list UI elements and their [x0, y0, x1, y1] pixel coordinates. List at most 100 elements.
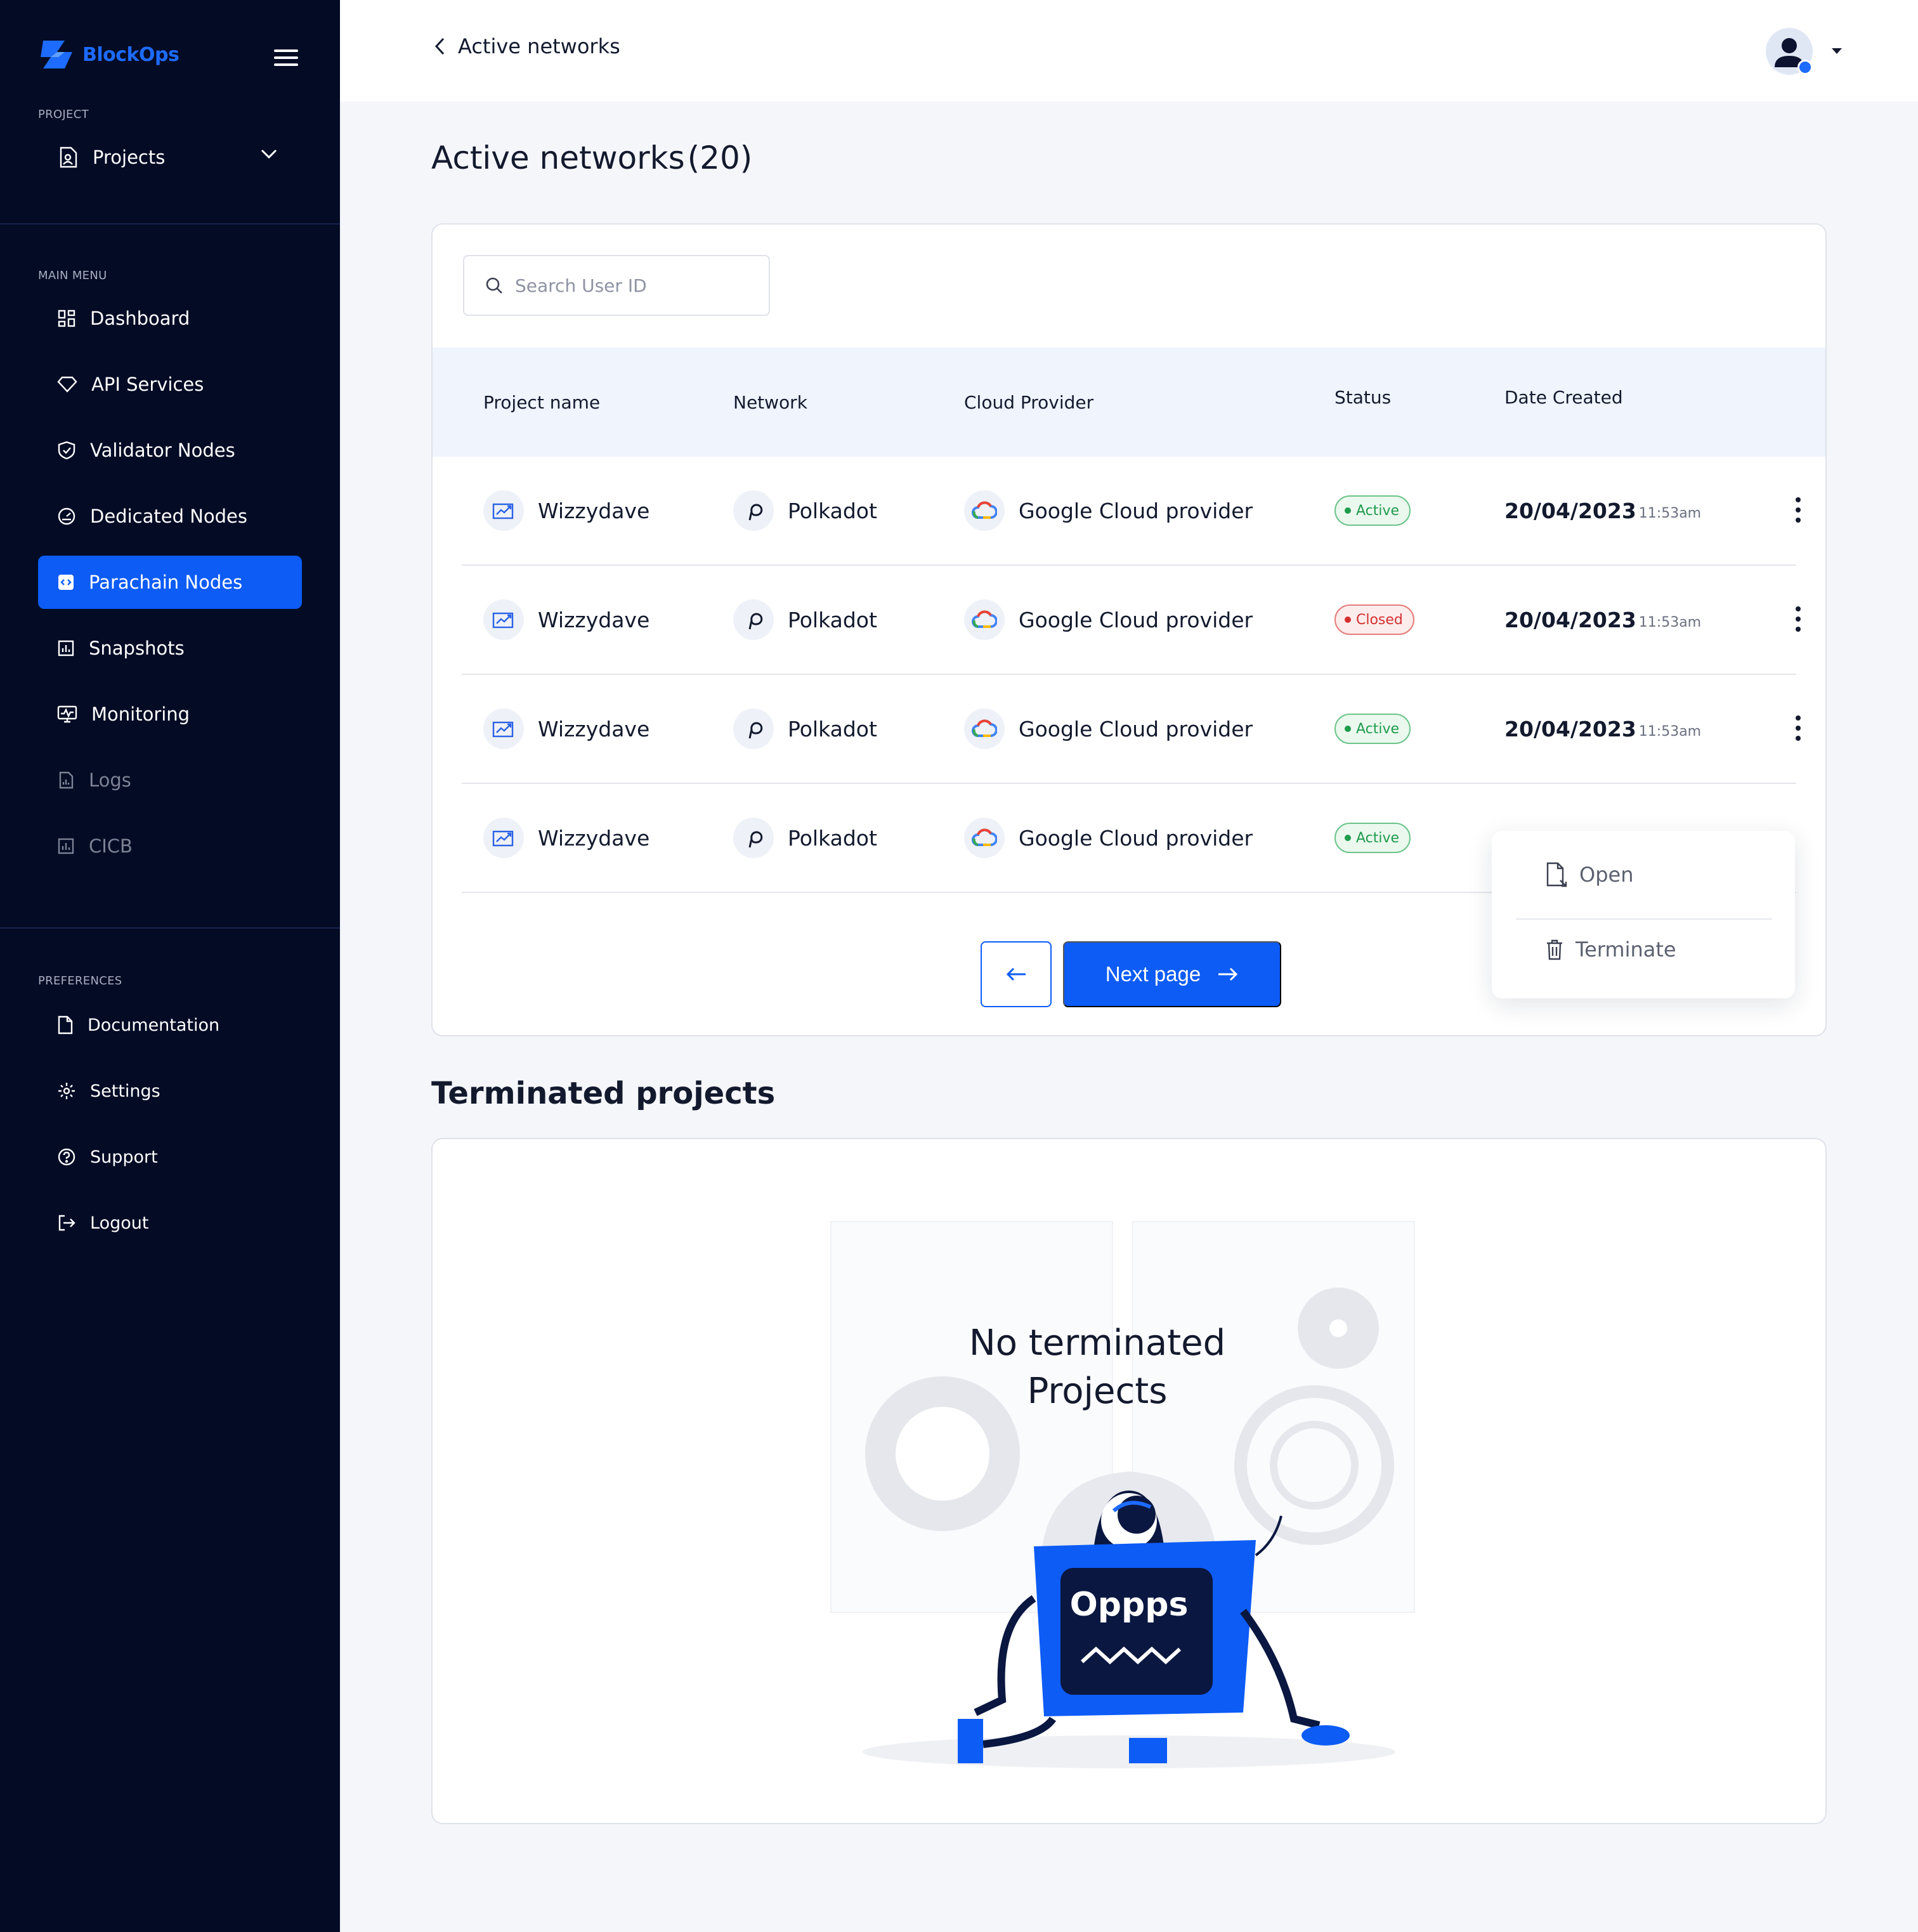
menu-item-open[interactable]: Open	[1545, 861, 1633, 888]
caret-down-icon[interactable]	[1832, 48, 1842, 54]
sidebar-item-label: Parachain Nodes	[89, 571, 243, 593]
doc-chart-icon	[59, 771, 74, 789]
sidebar-item-api-services[interactable]: API Services	[38, 358, 302, 411]
sidebar-item-label: Settings	[90, 1081, 160, 1101]
sidebar-item-dashboard[interactable]: Dashboard	[38, 292, 302, 345]
search-input[interactable]	[515, 275, 756, 296]
sidebar-item-settings[interactable]: Settings	[38, 1064, 302, 1118]
google-cloud-icon	[964, 818, 1005, 858]
chart-box-icon	[58, 838, 74, 854]
sidebar-item-dedicated-nodes[interactable]: Dedicated Nodes	[38, 490, 302, 543]
brand-logo[interactable]: BlockOps	[39, 37, 179, 72]
arrow-left-icon	[1006, 967, 1026, 981]
chevron-left-icon	[434, 37, 445, 55]
google-cloud-icon	[964, 599, 1005, 640]
sidebar-item-monitoring[interactable]: Monitoring	[38, 688, 302, 741]
column-header-network[interactable]: Network	[733, 392, 807, 413]
blockops-logo-icon	[41, 41, 72, 69]
row-action-menu: Open Terminate	[1492, 831, 1795, 998]
project-name: Wizzydave	[538, 825, 650, 851]
arrow-right-icon	[1218, 967, 1238, 981]
row-menu-kebab-icon[interactable]	[1795, 606, 1801, 632]
row-menu-kebab-icon[interactable]	[1795, 497, 1801, 523]
sidebar-item-snapshots[interactable]: Snapshots	[38, 622, 302, 675]
page-title-text: Active networks	[431, 140, 685, 176]
project-chart-icon	[483, 708, 524, 749]
sidebar-item-label: Monitoring	[91, 703, 190, 725]
sidebar-item-validator-nodes[interactable]: Validator Nodes	[38, 424, 302, 477]
status-badge: Active	[1334, 823, 1411, 853]
sidebar-item-cicb[interactable]: CICB	[38, 819, 302, 873]
next-page-button[interactable]: Next page	[1063, 941, 1281, 1007]
gear-icon	[58, 1083, 75, 1099]
google-cloud-icon	[964, 708, 1005, 749]
search-box[interactable]	[463, 255, 770, 316]
column-header-cloud-provider[interactable]: Cloud Provider	[964, 392, 1093, 413]
polkadot-icon	[733, 599, 774, 640]
sidebar-item-parachain-nodes[interactable]: Parachain Nodes	[38, 556, 302, 609]
sidebar-item-support[interactable]: Support	[38, 1130, 302, 1184]
status-badge: Active	[1334, 714, 1411, 744]
menu-divider	[1516, 918, 1772, 920]
network-name: Polkadot	[788, 716, 877, 741]
sidebar-item-label: Dedicated Nodes	[90, 506, 247, 527]
time-created: 11:53am	[1638, 505, 1702, 521]
empty-state-robot-illustration	[830, 1221, 1415, 1768]
table-row[interactable]: Wizzydave Polkadot Google Cloud provider…	[462, 566, 1801, 675]
document-icon	[58, 1015, 73, 1035]
sidebar-divider	[0, 927, 340, 929]
project-cell: Wizzydave	[483, 566, 649, 674]
topbar: Active networks	[340, 0, 1918, 101]
sidebar-divider	[0, 223, 340, 225]
date-cell: 20/04/2023 11:53am	[1504, 675, 1701, 783]
network-cell: Polkadot	[733, 566, 877, 674]
sidebar-item-logout[interactable]: Logout	[38, 1196, 302, 1250]
sidebar-item-label: Validator Nodes	[90, 440, 235, 461]
sidebar-item-documentation[interactable]: Documentation	[38, 998, 302, 1052]
menu-toggle-icon[interactable]	[274, 49, 298, 66]
row-menu-kebab-icon[interactable]	[1795, 715, 1801, 741]
section-label-project: PROJECT	[38, 108, 89, 121]
chevron-down-icon	[261, 149, 277, 159]
column-header-project-name[interactable]: Project name	[483, 392, 600, 413]
table-row[interactable]: Wizzydave Polkadot Google Cloud provider…	[462, 457, 1801, 566]
provider-name: Google Cloud provider	[1019, 825, 1253, 851]
status-badge: Closed	[1334, 604, 1414, 635]
sidebar: BlockOps PROJECT Projects MAIN MENU Dash…	[0, 0, 340, 1932]
network-name: Polkadot	[788, 498, 877, 523]
terminated-section-title: Terminated projects	[431, 1076, 776, 1111]
project-doc-icon	[60, 147, 77, 168]
previous-page-button[interactable]	[981, 941, 1052, 1007]
page-title: Active networks (20)	[431, 140, 752, 176]
provider-name: Google Cloud provider	[1019, 716, 1253, 741]
project-chart-icon	[483, 490, 524, 531]
sidebar-item-label: API Services	[91, 374, 204, 395]
project-selector[interactable]: Projects	[38, 131, 302, 184]
status-cell: Active	[1334, 457, 1411, 565]
sidebar-item-label: Support	[90, 1147, 158, 1167]
network-cell: Polkadot	[733, 675, 877, 783]
trash-icon	[1547, 939, 1562, 960]
empty-state-message: No terminated Projects	[939, 1319, 1256, 1416]
project-chart-icon	[483, 599, 524, 640]
time-created: 11:53am	[1638, 723, 1702, 740]
chart-box-icon	[58, 640, 74, 656]
network-cell: Polkadot	[733, 784, 877, 892]
provider-cell: Google Cloud provider	[964, 784, 1253, 892]
table-row[interactable]: Wizzydave Polkadot Google Cloud provider…	[462, 675, 1801, 784]
sidebar-item-logs[interactable]: Logs	[38, 754, 302, 807]
column-header-date-created[interactable]: Date Created	[1504, 387, 1623, 408]
back-link[interactable]: Active networks	[434, 34, 620, 58]
date-created: 20/04/2023	[1504, 607, 1636, 632]
column-header-status[interactable]: Status	[1334, 387, 1391, 408]
network-name: Polkadot	[788, 607, 877, 632]
back-link-label: Active networks	[458, 34, 620, 58]
google-cloud-icon	[964, 490, 1005, 531]
project-cell: Wizzydave	[483, 784, 649, 892]
section-label-main-menu: MAIN MENU	[38, 269, 107, 282]
status-cell: Closed	[1334, 566, 1414, 674]
illustration-caption: Oppps	[1069, 1586, 1189, 1624]
menu-item-terminate[interactable]: Terminate	[1545, 937, 1676, 962]
project-name: Wizzydave	[538, 607, 650, 632]
next-page-label: Next page	[1105, 962, 1201, 986]
